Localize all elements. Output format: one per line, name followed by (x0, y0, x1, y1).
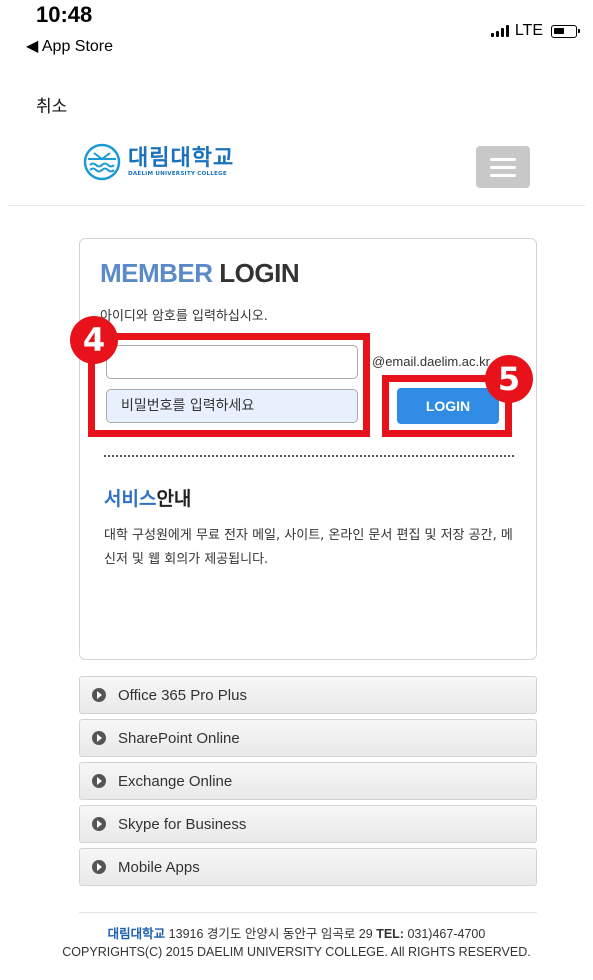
service-title-part1: 서비스 (104, 488, 157, 510)
battery-icon (551, 24, 580, 38)
service-title-part2: 안내 (156, 488, 192, 510)
footer-address: 13916 경기도 안양시 동안구 임곡로 29 (168, 927, 373, 941)
service-title: 서비스안내 (104, 484, 191, 511)
login-title-login: LOGIN (219, 258, 300, 288)
product-item-exchange[interactable]: Exchange Online (79, 762, 537, 800)
status-time: 10:48 (36, 2, 93, 27)
product-label: Office 365 Pro Plus (118, 686, 247, 704)
login-title-member: MEMBER (100, 258, 213, 288)
menu-bar (490, 173, 516, 177)
hamburger-menu-button[interactable] (476, 146, 530, 188)
back-to-app-store-link[interactable]: ◀ App Store (26, 36, 113, 56)
product-label: Skype for Business (118, 815, 247, 833)
login-instruction: 아이디와 암호를 입력하십시오. (100, 309, 268, 324)
product-list: Office 365 Pro Plus SharePoint Online Ex… (79, 676, 537, 891)
network-label: LTE (514, 22, 543, 39)
product-label: SharePoint Online (118, 729, 240, 747)
product-label: Mobile Apps (118, 858, 200, 876)
footer-brand: 대림대학교 (107, 927, 166, 941)
footer-tel-value: 031)467-4700 (407, 927, 486, 941)
arrow-right-circle-icon (92, 860, 106, 874)
menu-bar (490, 157, 516, 161)
arrow-right-circle-icon (92, 817, 106, 831)
annotation-box-4 (88, 333, 370, 437)
product-item-skype[interactable]: Skype for Business (79, 805, 537, 843)
logo-text: 대림대학교 DAELIM UNIVERSITY COLLEGE (128, 146, 235, 178)
dotted-divider (104, 455, 514, 457)
footer: 대림대학교 13916 경기도 안양시 동안구 임곡로 29 TEL: 031)… (40, 925, 553, 961)
login-card (79, 238, 537, 660)
university-logo[interactable]: 대림대학교 DAELIM UNIVERSITY COLLEGE (82, 142, 234, 182)
footer-copyright: COPYRIGHTS(C) 2015 DAELIM UNIVERSITY COL… (62, 945, 531, 959)
logo-title: 대림대학교 (128, 146, 235, 171)
annotation-badge-5: 5 (485, 355, 533, 403)
menu-bar (490, 165, 516, 169)
service-description: 대학 구성원에게 무료 전자 메일, 사이트, 온라인 문서 편집 및 저장 공… (104, 528, 513, 567)
arrow-right-circle-icon (92, 774, 106, 788)
arrow-right-circle-icon (92, 731, 106, 745)
footer-tel-label: TEL: (376, 927, 404, 941)
header-divider (8, 205, 585, 206)
product-item-mobile-apps[interactable]: Mobile Apps (79, 848, 537, 886)
signal-icon (490, 25, 509, 37)
annotation-badge-4: 4 (70, 316, 118, 364)
footer-divider (79, 912, 537, 913)
product-item-sharepoint[interactable]: SharePoint Online (79, 719, 537, 757)
cancel-button[interactable]: 취소 (36, 92, 67, 117)
login-title: MEMBER LOGIN (100, 258, 300, 289)
arrow-right-circle-icon (92, 688, 106, 702)
product-label: Exchange Online (118, 772, 233, 790)
logo-subtitle: DAELIM UNIVERSITY COLLEGE (128, 171, 227, 177)
status-indicators: LTE (490, 22, 580, 40)
university-emblem-icon (83, 143, 121, 181)
product-item-office365[interactable]: Office 365 Pro Plus (79, 676, 537, 714)
